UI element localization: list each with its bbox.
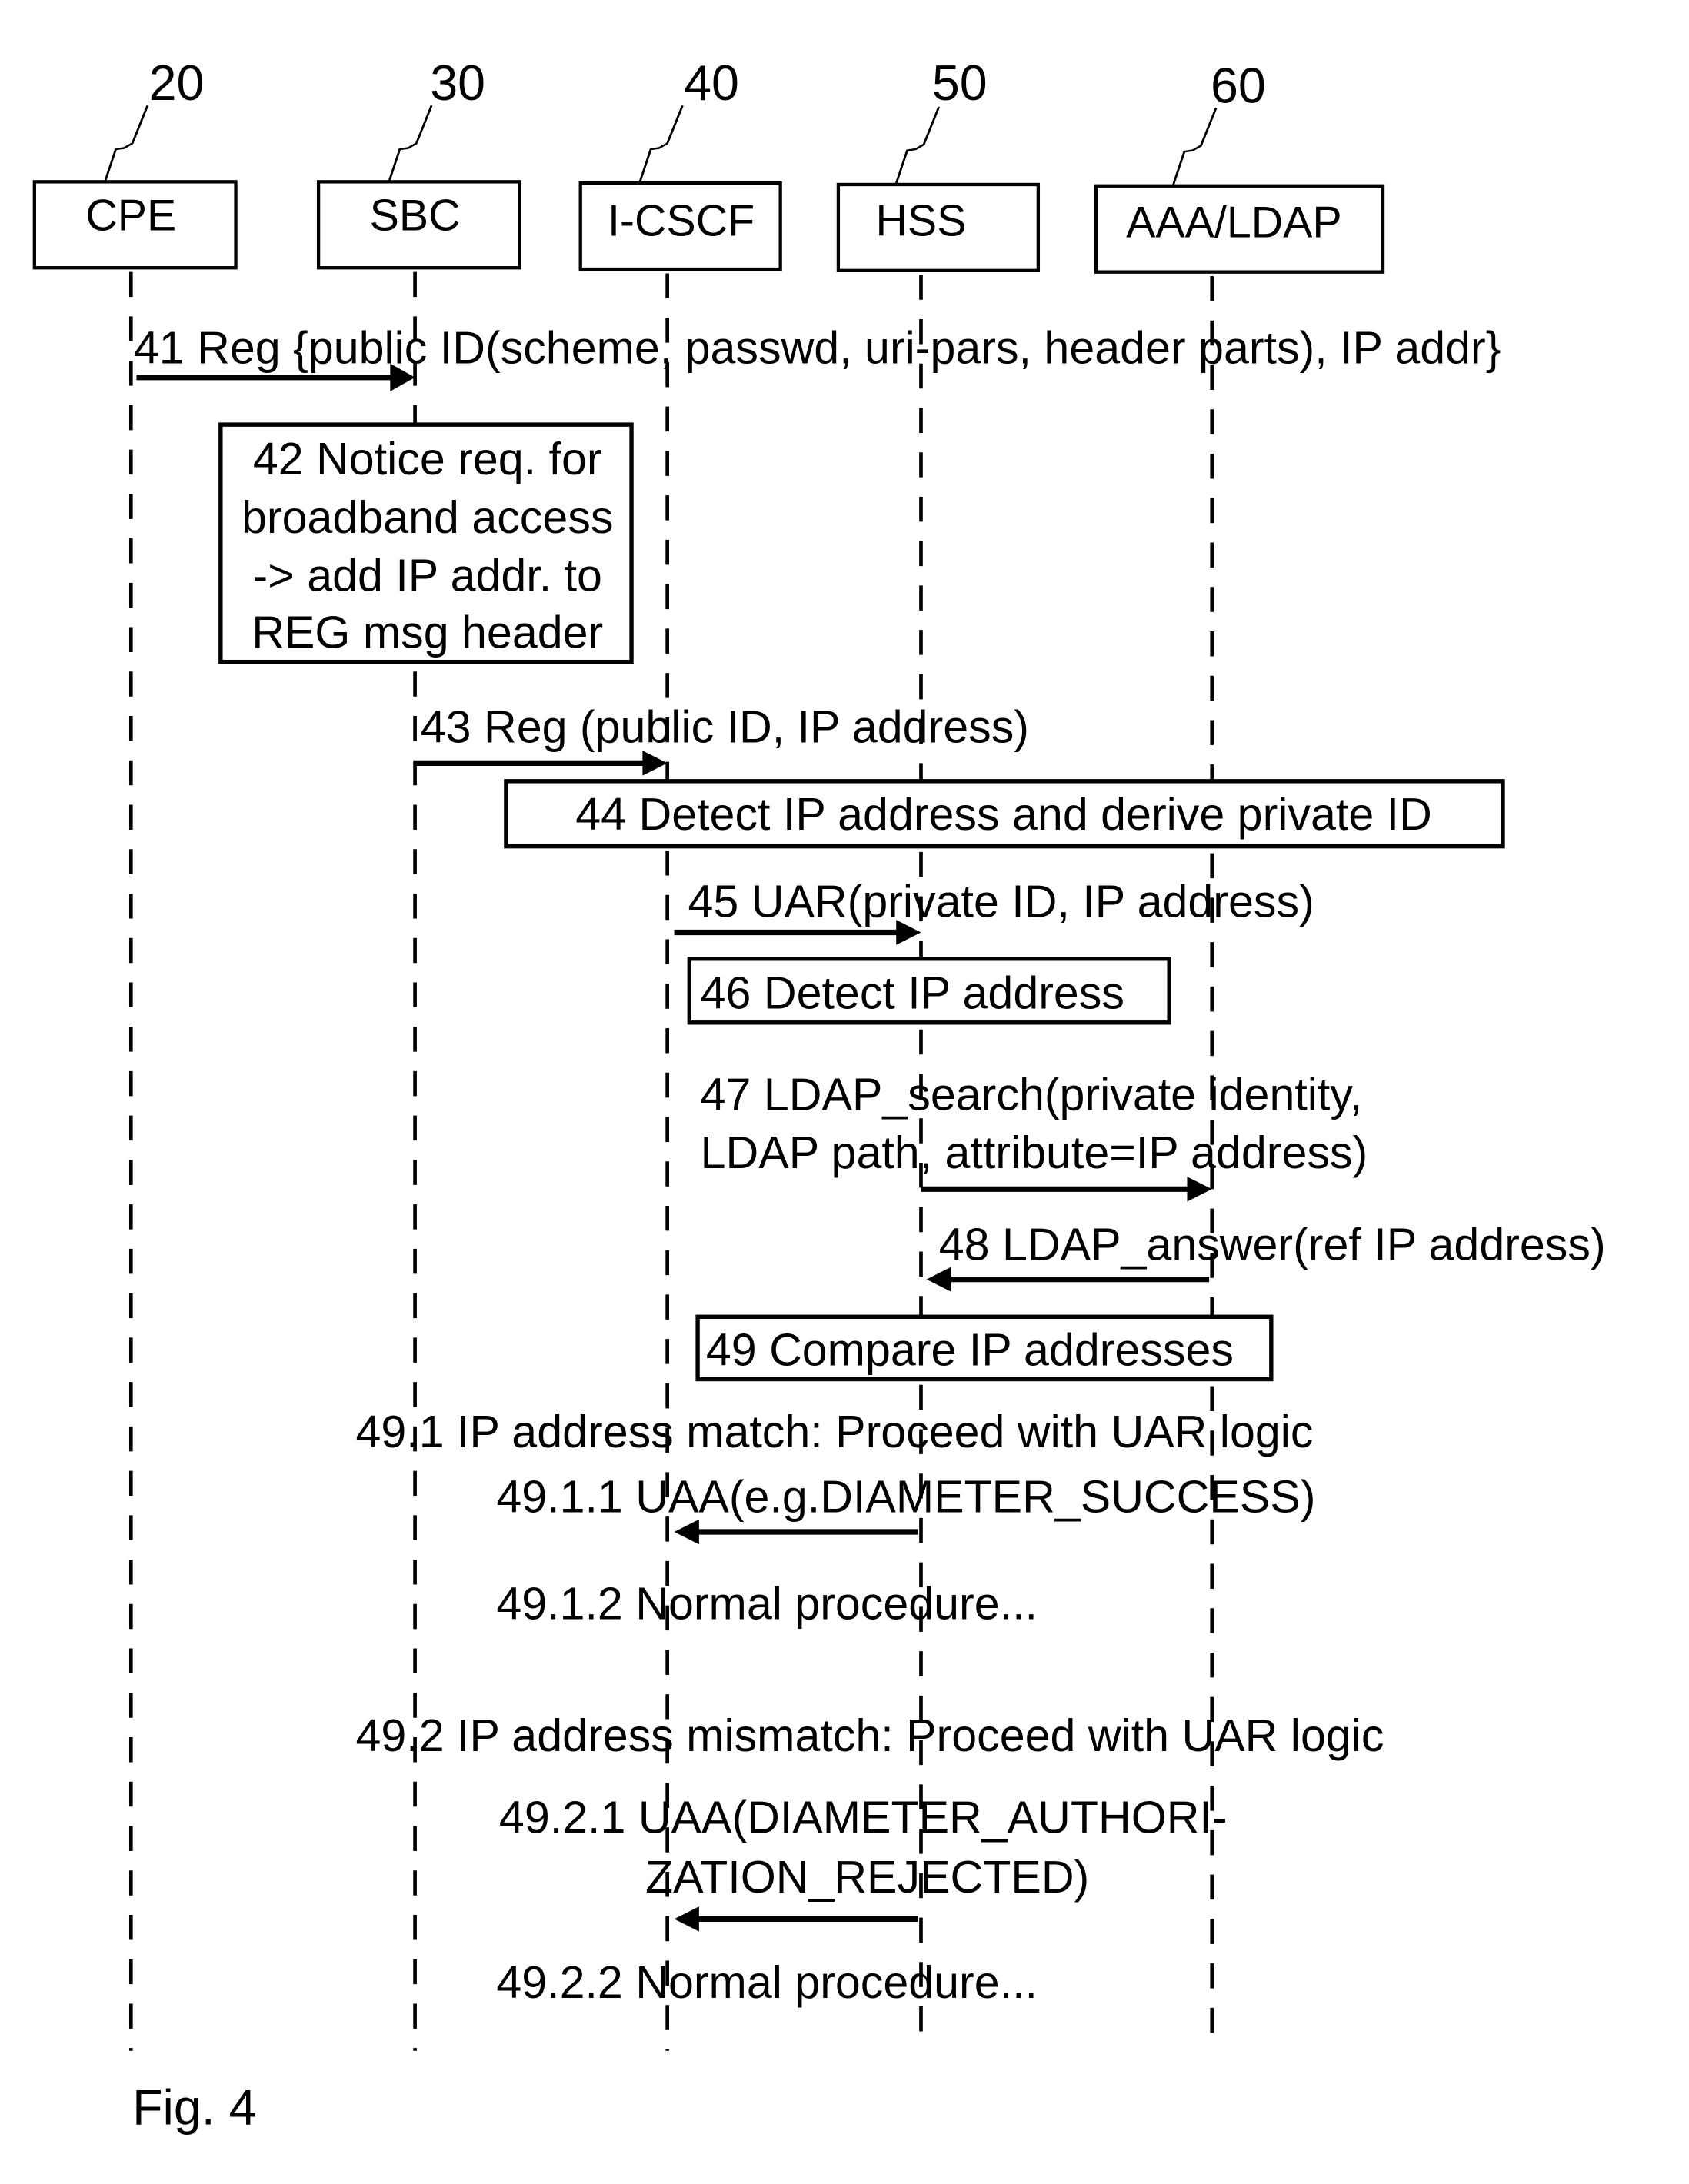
process-42-line-1: 42 Notice req. for xyxy=(253,433,602,484)
process-49-label: 49 Compare IP addresses xyxy=(706,1323,1234,1375)
message-41-label: 41 Reg {public ID(scheme, passwd, uri-pa… xyxy=(134,322,1501,374)
sequence-diagram: 20 30 40 50 60 CPE SBC I-CSCF HSS AAA/LD… xyxy=(0,0,1689,2184)
step-49-1-2-label: 49.1.2 Normal procedure... xyxy=(496,1577,1038,1629)
process-44-label: 44 Detect IP address and derive private … xyxy=(575,788,1432,840)
message-47-label-line-2: LDAP path, attribute=IP address) xyxy=(701,1127,1368,1178)
message-47-label-line-1: 47 LDAP_search(private identity, xyxy=(701,1068,1362,1120)
process-42-line-3: -> add IP addr. to xyxy=(253,549,602,601)
leader-line-sbc xyxy=(388,105,433,183)
ref-number-icscf: 40 xyxy=(684,55,739,111)
figure-label: Fig. 4 xyxy=(132,2079,256,2135)
leader-line-icscf xyxy=(638,105,684,183)
arrowhead-left-icon xyxy=(674,1906,699,1932)
process-49: 49 Compare IP addresses xyxy=(695,1314,1274,1382)
arrowhead-right-icon xyxy=(1187,1177,1212,1202)
arrowhead-right-icon xyxy=(642,751,668,776)
entity-cpe: CPE xyxy=(32,180,238,270)
message-48-label: 48 LDAP_answer(ref IP address) xyxy=(939,1218,1606,1270)
process-46-label: 46 Detect IP address xyxy=(701,967,1124,1019)
process-42-line-4: REG msg header xyxy=(252,606,603,658)
arrowhead-left-icon xyxy=(926,1267,951,1292)
message-49-1-1: 49.1.1 UAA(e.g.DIAMETER_SUCCESS) xyxy=(496,1471,1315,1545)
entity-label-aaa-ldap: AAA/LDAP xyxy=(1126,198,1342,247)
leader-line-hss xyxy=(894,106,941,184)
step-49-2-2-label: 49.2.2 Normal procedure... xyxy=(496,1956,1038,2008)
message-41: 41 Reg {public ID(scheme, passwd, uri-pa… xyxy=(134,322,1501,391)
reference-numbers: 20 30 40 50 60 xyxy=(103,55,1266,185)
ref-number-sbc: 30 xyxy=(430,55,485,111)
arrowhead-left-icon xyxy=(674,1519,699,1545)
entity-label-cpe: CPE xyxy=(85,191,176,240)
message-49-2-1: 49.2.1 UAA(DIAMETER_AUTHORI- ZATION_REJE… xyxy=(499,1791,1228,1932)
message-49-2-1-label-line-2: ZATION_REJECTED) xyxy=(645,1851,1089,1903)
message-45: 45 UAR(private ID, IP address) xyxy=(674,875,1314,945)
entity-label-icscf: I-CSCF xyxy=(608,197,755,246)
branch-49-1-label: 49.1 IP address match: Proceed with UAR … xyxy=(356,1406,1314,1457)
process-42: 42 Notice req. for broadband access -> a… xyxy=(218,422,634,664)
ref-number-hss: 50 xyxy=(932,55,988,111)
message-48: 48 LDAP_answer(ref IP address) xyxy=(926,1218,1606,1292)
entity-aaa-ldap: AAA/LDAP xyxy=(1094,184,1385,274)
entity-boxes: CPE SBC I-CSCF HSS AAA/LDAP xyxy=(32,180,1385,274)
entity-hss: HSS xyxy=(836,182,1041,273)
message-49-2-1-label-line-1: 49.2.1 UAA(DIAMETER_AUTHORI- xyxy=(499,1791,1228,1843)
message-43-label: 43 Reg (public ID, IP address) xyxy=(421,701,1029,752)
entity-label-hss: HSS xyxy=(876,197,967,246)
process-46: 46 Detect IP address xyxy=(687,957,1171,1025)
ref-number-aaa-ldap: 60 xyxy=(1211,57,1266,113)
message-49-1-1-label: 49.1.1 UAA(e.g.DIAMETER_SUCCESS) xyxy=(496,1471,1315,1523)
entity-label-sbc: SBC xyxy=(370,191,461,240)
diagram-canvas: 20 30 40 50 60 CPE SBC I-CSCF HSS AAA/LD… xyxy=(32,55,1606,2135)
process-42-line-2: broadband access xyxy=(242,491,613,543)
ref-number-cpe: 20 xyxy=(149,55,205,111)
entity-icscf: I-CSCF xyxy=(578,181,782,271)
leader-line-cpe xyxy=(103,105,149,183)
message-45-label: 45 UAR(private ID, IP address) xyxy=(688,875,1314,927)
leader-line-aaa-ldap xyxy=(1172,107,1218,185)
message-47: 47 LDAP_search(private identity, LDAP pa… xyxy=(701,1068,1368,1202)
process-44: 44 Detect IP address and derive private … xyxy=(504,779,1505,849)
message-43: 43 Reg (public ID, IP address) xyxy=(416,701,1029,776)
branch-49-2-label: 49.2 IP address mismatch: Proceed with U… xyxy=(356,1710,1384,1761)
entity-sbc: SBC xyxy=(316,180,521,270)
